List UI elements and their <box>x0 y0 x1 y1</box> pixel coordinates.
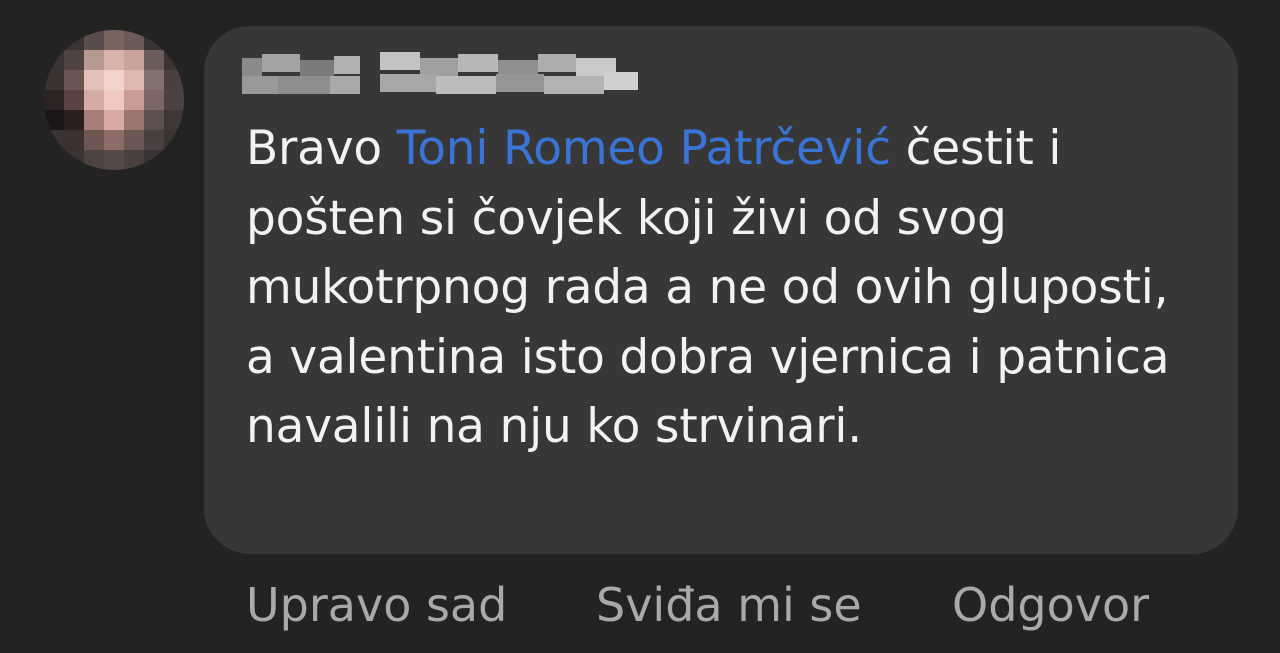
author-name-redacted[interactable] <box>240 46 640 106</box>
mention-link[interactable]: Toni Romeo Patrčević <box>397 121 891 176</box>
reply-button[interactable]: Odgovor <box>952 572 1149 638</box>
avatar[interactable] <box>44 30 184 170</box>
timestamp: Upravo sad <box>246 578 508 632</box>
comment-text: Bravo Toni Romeo Patrčević čestit i pošt… <box>246 114 1206 462</box>
like-button[interactable]: Sviđa mi se <box>596 572 862 638</box>
comment-text-before-mention: Bravo <box>246 121 397 176</box>
comment-actions: Upravo sad Sviđa mi se Odgovor <box>0 572 1280 638</box>
comment-view: Bravo Toni Romeo Patrčević čestit i pošt… <box>0 0 1280 653</box>
